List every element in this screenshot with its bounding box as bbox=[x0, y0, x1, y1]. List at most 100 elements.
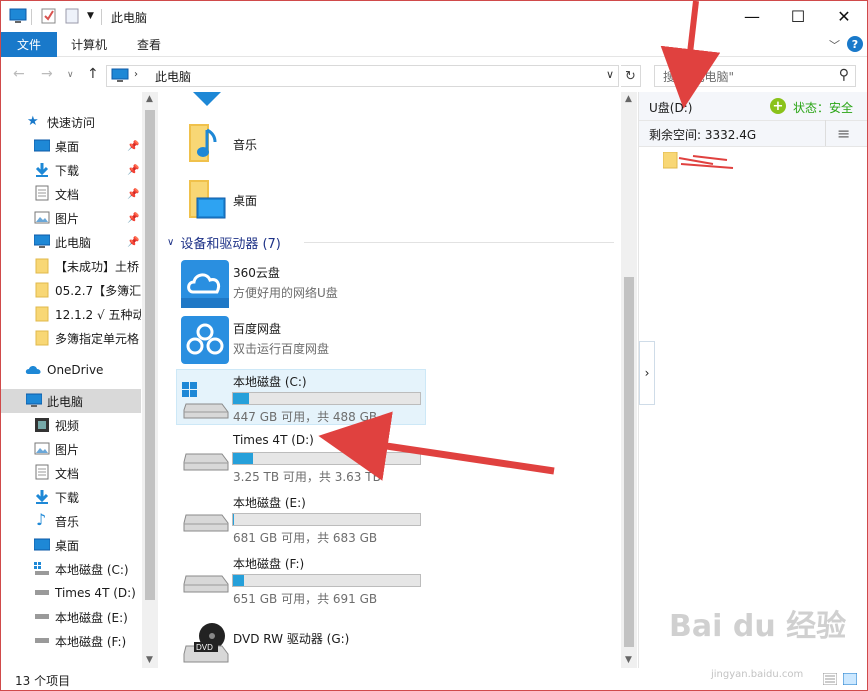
scroll-down-icon[interactable]: ▼ bbox=[625, 655, 632, 665]
nav-item-this-pc-pinned[interactable]: 此电脑 📌 bbox=[1, 230, 141, 254]
device-baidu-netdisk[interactable]: 百度网盘 双击运行百度网盘 bbox=[177, 312, 427, 368]
breadcrumb[interactable]: 此电脑 bbox=[155, 68, 191, 85]
large-icons-view-icon[interactable] bbox=[843, 673, 857, 685]
search-icon[interactable]: ⚲ bbox=[839, 67, 849, 83]
nav-item-desktop[interactable]: 桌面 bbox=[1, 533, 141, 557]
refresh-button[interactable]: ↻ bbox=[621, 65, 641, 87]
preview-status: 状态：安全 bbox=[793, 101, 854, 115]
device-drive-f[interactable]: 本地磁盘 (F:) 651 GB 可用，共 691 GB bbox=[177, 552, 427, 608]
nav-item-documents[interactable]: 文档 bbox=[1, 461, 141, 485]
folder-music[interactable]: 音乐 bbox=[185, 120, 385, 170]
nav-onedrive[interactable]: OneDrive bbox=[1, 358, 141, 382]
nav-this-pc[interactable]: 此电脑 bbox=[1, 389, 141, 413]
content-scroll-thumb[interactable] bbox=[624, 277, 634, 647]
music-icon: ♪ bbox=[36, 510, 47, 529]
up-icon[interactable]: ↑ bbox=[87, 66, 99, 82]
folder-icon bbox=[35, 330, 49, 346]
drive-icon bbox=[183, 453, 229, 471]
tab-computer[interactable]: 计算机 bbox=[71, 32, 107, 57]
svg-text:DVD: DVD bbox=[196, 643, 213, 652]
recent-locations-icon[interactable]: ∨ bbox=[67, 70, 74, 80]
menu-icon[interactable]: ≡ bbox=[837, 124, 850, 143]
help-icon[interactable]: ? bbox=[847, 36, 863, 52]
nav-item-drive-f[interactable]: 本地磁盘 (F:) bbox=[1, 629, 141, 653]
nav-scroll-thumb[interactable] bbox=[145, 110, 155, 600]
nav-item-drive-e[interactable]: 本地磁盘 (E:) bbox=[1, 605, 141, 629]
search-input[interactable]: 搜索"此电脑" ⚲ bbox=[654, 65, 856, 87]
pin-icon[interactable]: 📌 bbox=[127, 237, 139, 248]
add-icon[interactable]: + bbox=[770, 98, 786, 114]
minimize-button[interactable]: — bbox=[729, 1, 775, 32]
tab-file[interactable]: 文件 bbox=[1, 32, 57, 57]
nav-item-recent-folder[interactable]: 【未成功】土桥 bbox=[1, 254, 141, 278]
pin-icon[interactable]: 📌 bbox=[127, 213, 139, 224]
breadcrumb-separator[interactable]: › bbox=[134, 69, 138, 80]
nav-item-pictures[interactable]: 图片 📌 bbox=[1, 206, 141, 230]
properties-icon[interactable] bbox=[41, 7, 57, 25]
pin-icon[interactable]: 📌 bbox=[127, 189, 139, 200]
nav-label: 多簿指定单元格 bbox=[55, 331, 140, 346]
nav-item-desktop[interactable]: 桌面 📌 bbox=[1, 134, 141, 158]
scroll-down-icon[interactable]: ▼ bbox=[146, 655, 153, 665]
details-view-icon[interactable] bbox=[823, 673, 837, 685]
nav-label: 12.1.2 √ 五种动 bbox=[55, 307, 141, 322]
ribbon-expand-icon[interactable]: ﹀ bbox=[829, 37, 840, 53]
device-360-cloud[interactable]: 360云盘 方便好用的网络U盘 bbox=[177, 256, 427, 312]
folder-desktop[interactable]: 桌面 bbox=[185, 176, 385, 226]
device-dvd-drive[interactable]: DVD DVD RW 驱动器 (G:) bbox=[177, 612, 427, 668]
nav-item-recent-folder[interactable]: 05.2.7【多簿汇 bbox=[1, 278, 141, 302]
drive-usage-bar bbox=[232, 392, 421, 405]
device-name: 本地磁盘 (F:) bbox=[233, 557, 305, 571]
device-drive-d[interactable]: Times 4T (D:) 3.25 TB 可用，共 3.63 TB bbox=[177, 430, 427, 486]
nav-label: 文档 bbox=[55, 187, 80, 202]
nav-item-drive-d[interactable]: Times 4T (D:) bbox=[1, 581, 141, 605]
folder-icon bbox=[193, 92, 221, 106]
tab-view[interactable]: 查看 bbox=[137, 32, 161, 57]
scroll-up-icon[interactable]: ▲ bbox=[146, 94, 153, 104]
nav-label: 【未成功】土桥 bbox=[55, 259, 140, 274]
nav-item-pictures[interactable]: 图片 bbox=[1, 437, 141, 461]
content-scrollbar[interactable]: ▲ ▼ bbox=[621, 92, 637, 668]
device-drive-c[interactable]: 本地磁盘 (C:) 447 GB 可用，共 488 GB bbox=[176, 369, 426, 425]
new-folder-icon[interactable] bbox=[65, 7, 79, 25]
desktop-folder-icon bbox=[189, 180, 226, 219]
drive-usage-fill bbox=[233, 393, 249, 404]
nav-item-drive-c[interactable]: 本地磁盘 (C:) bbox=[1, 557, 141, 581]
chevron-down-icon[interactable]: ∨ bbox=[167, 237, 174, 248]
nav-label: 此电脑 bbox=[47, 394, 84, 409]
nav-item-recent-folder[interactable]: 多簿指定单元格 bbox=[1, 326, 141, 350]
nav-item-music[interactable]: ♪ 音乐 bbox=[1, 509, 141, 533]
address-bar[interactable]: › 此电脑 ∨ bbox=[106, 65, 619, 87]
download-icon bbox=[35, 163, 49, 177]
star-icon: ★ bbox=[27, 114, 39, 129]
pin-icon[interactable]: 📌 bbox=[127, 141, 139, 152]
maximize-button[interactable]: ☐ bbox=[775, 1, 821, 32]
nav-item-recent-folder[interactable]: 12.1.2 √ 五种动 bbox=[1, 302, 141, 326]
pin-icon[interactable]: 📌 bbox=[127, 165, 139, 176]
nav-label: Times 4T (D:) bbox=[55, 586, 136, 600]
customize-qa-icon[interactable]: ▼ bbox=[87, 11, 94, 29]
device-drive-e[interactable]: 本地磁盘 (E:) 681 GB 可用，共 683 GB bbox=[177, 491, 427, 547]
drive-capacity: 681 GB 可用，共 683 GB bbox=[233, 531, 378, 545]
nav-scrollbar[interactable]: ▲ ▼ bbox=[142, 92, 158, 668]
navigation-pane: ★ 快速访问 桌面 📌 下载 📌 文档 📌 图片 📌 此电脑 📌 【未成功】土桥… bbox=[1, 92, 158, 668]
nav-quick-access[interactable]: ★ 快速访问 bbox=[1, 110, 141, 134]
address-dropdown-icon[interactable]: ∨ bbox=[606, 68, 614, 81]
scroll-up-icon[interactable]: ▲ bbox=[625, 94, 632, 104]
document-icon bbox=[35, 464, 49, 480]
back-icon[interactable]: ← bbox=[13, 66, 25, 82]
nav-item-download[interactable]: 下载 📌 bbox=[1, 158, 141, 182]
folder-icon[interactable] bbox=[663, 152, 735, 174]
folder-icon bbox=[35, 258, 49, 274]
windows-drive-icon bbox=[34, 562, 49, 575]
computer-icon bbox=[26, 393, 42, 407]
devices-group-header[interactable]: ∨ 设备和驱动器 (7) bbox=[167, 233, 281, 252]
nav-item-videos[interactable]: 视频 bbox=[1, 413, 141, 437]
preview-collapse-button[interactable]: › bbox=[639, 341, 655, 405]
document-icon bbox=[35, 185, 49, 201]
nav-item-documents[interactable]: 文档 📌 bbox=[1, 182, 141, 206]
close-button[interactable]: ✕ bbox=[821, 1, 867, 32]
forward-icon[interactable]: → bbox=[41, 66, 53, 82]
search-placeholder: 搜索"此电脑" bbox=[663, 69, 735, 84]
nav-item-download[interactable]: 下载 bbox=[1, 485, 141, 509]
